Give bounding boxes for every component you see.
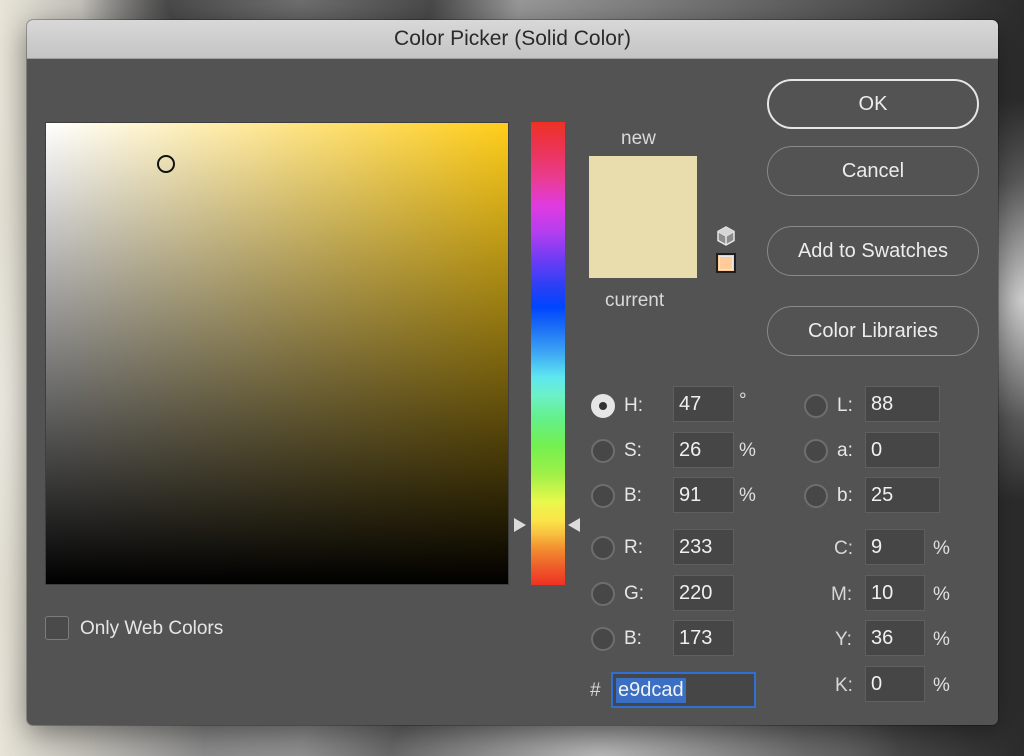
lab-l-radio[interactable] [804,394,828,418]
brightness-unit: % [739,485,756,506]
yellow-input[interactable]: 36 [865,620,925,656]
hue-slider[interactable] [531,122,565,585]
magenta-input[interactable]: 10 [865,575,925,611]
current-color-swatch[interactable] [589,217,697,278]
only-web-colors-checkbox[interactable] [45,616,69,640]
lab-l-input[interactable]: 88 [865,386,940,422]
cyan-label: C: [834,538,853,559]
hue-slider-left-arrow-icon[interactable] [514,517,526,532]
black-label: K: [835,675,853,696]
new-color-swatch [589,156,697,217]
green-label: G: [624,583,645,604]
red-label: R: [624,537,643,558]
black-unit: % [933,675,950,696]
web-safe-color-swatch[interactable] [716,253,736,273]
blue-input[interactable]: 173 [673,620,734,656]
cancel-button[interactable]: Cancel [767,146,979,196]
hue-slider-right-arrow-icon[interactable] [568,517,580,532]
red-radio[interactable] [591,536,615,560]
red-input[interactable]: 233 [673,529,734,565]
hex-value-selected[interactable]: e9dcad [616,678,686,703]
hex-prefix: # [590,680,601,701]
lab-a-input[interactable]: 0 [865,432,940,468]
blue-label: B: [624,628,642,649]
color-field[interactable] [45,122,509,585]
lab-b-radio[interactable] [804,484,828,508]
lab-l-label: L: [837,395,853,416]
saturation-radio[interactable] [591,439,615,463]
current-label: current [605,290,665,311]
color-picker-dialog: Color Picker (Solid Color) new current O… [27,20,998,725]
yellow-unit: % [933,629,950,650]
lab-b-input[interactable]: 25 [865,477,940,513]
color-libraries-button[interactable]: Color Libraries [767,306,979,356]
hex-input[interactable]: e9dcad [611,672,756,708]
yellow-label: Y: [835,629,852,650]
lab-b-label: b: [837,485,853,506]
cyan-input[interactable]: 9 [865,529,925,565]
hue-unit: ° [739,390,747,411]
lab-a-radio[interactable] [804,439,828,463]
web-safe-cube-icon[interactable] [715,225,737,247]
hue-input[interactable]: 47 [673,386,734,422]
green-input[interactable]: 220 [673,575,734,611]
black-input[interactable]: 0 [865,666,925,702]
brightness-radio[interactable] [591,484,615,508]
saturation-unit: % [739,440,756,461]
new-label: new [621,128,656,149]
title-bar[interactable]: Color Picker (Solid Color) [27,20,998,59]
saturation-label: S: [624,440,642,461]
saturation-input[interactable]: 26 [673,432,734,468]
lab-a-label: a: [837,440,853,461]
magenta-label: M: [831,584,853,605]
green-radio[interactable] [591,582,615,606]
cyan-unit: % [933,538,950,559]
ok-button[interactable]: OK [767,79,979,129]
hue-label: H: [624,395,643,416]
brightness-label: B: [624,485,642,506]
only-web-colors-label[interactable]: Only Web Colors [80,618,223,640]
hue-radio[interactable] [591,394,615,418]
add-to-swatches-button[interactable]: Add to Swatches [767,226,979,276]
window-title: Color Picker (Solid Color) [394,27,631,50]
saturation-brightness-gradient[interactable] [46,123,508,584]
brightness-input[interactable]: 91 [673,477,734,513]
blue-radio[interactable] [591,627,615,651]
magenta-unit: % [933,584,950,605]
